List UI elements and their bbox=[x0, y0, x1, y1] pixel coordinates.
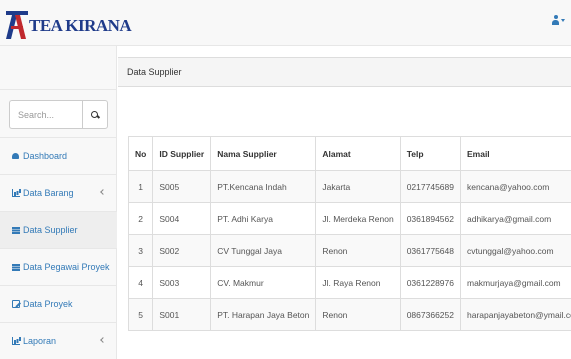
cell-alamat: Jl. Merdeka Renon bbox=[315, 202, 401, 235]
cell-no: 3 bbox=[127, 234, 154, 267]
main-content: Data Supplier No ID Supplier Nama Suppli… bbox=[118, 46, 571, 359]
table-row: 5 S001 PT. Harapan Jaya Beton Renon 0867… bbox=[127, 298, 571, 331]
column-header-telp: Telp bbox=[399, 136, 461, 171]
sidebar-item-label: Data Barang bbox=[23, 188, 74, 198]
cell-alamat: Renon bbox=[315, 234, 401, 267]
cell-no: 1 bbox=[127, 170, 154, 203]
cell-no: 2 bbox=[127, 202, 154, 235]
cell-id-supplier: S005 bbox=[152, 170, 212, 203]
sidebar-item-label: Data Proyek bbox=[23, 299, 73, 309]
cell-nama-supplier: PT. Harapan Jaya Beton bbox=[210, 298, 317, 331]
cell-no: 5 bbox=[127, 298, 154, 331]
table-row: 3 S002 CV Tunggal Jaya Renon 0361775648 … bbox=[127, 234, 571, 267]
cell-alamat: Jakarta bbox=[315, 170, 401, 203]
logo-icon bbox=[6, 9, 28, 39]
column-header-nama-supplier: Nama Supplier bbox=[210, 136, 317, 171]
cell-email: kencana@yahoo.com bbox=[459, 170, 571, 203]
brand-text: TEA KIRANA bbox=[29, 16, 132, 35]
sidebar-item-label: Laporan bbox=[23, 336, 57, 346]
cell-no: 4 bbox=[127, 266, 154, 299]
sidebar-item-label: Dashboard bbox=[23, 151, 68, 161]
bar-chart-icon bbox=[12, 189, 20, 197]
sidebar-item-label: Data Supplier bbox=[23, 225, 78, 235]
sidebar-item-label: Data Pegawai Proyek bbox=[23, 262, 110, 272]
cell-id-supplier: S002 bbox=[152, 234, 212, 267]
cell-telp: 0217745689 bbox=[399, 170, 461, 203]
sidebar-item-data-proyek[interactable]: Data Proyek bbox=[0, 286, 117, 323]
list-icon bbox=[12, 263, 20, 271]
cell-telp: 0361228976 bbox=[399, 266, 461, 299]
search-group bbox=[9, 100, 108, 129]
sidebar-menu: Dashboard Data Barang Data Supplier Data… bbox=[0, 138, 117, 359]
cell-email: cvtunggal@yahoo.com bbox=[459, 234, 571, 267]
column-header-alamat: Alamat bbox=[315, 136, 401, 171]
sidebar-item-data-supplier[interactable]: Data Supplier bbox=[0, 212, 117, 249]
cell-email: adhikarya@gmail.com bbox=[459, 202, 571, 235]
column-header-no: No bbox=[127, 136, 154, 171]
dashboard-icon bbox=[12, 152, 20, 160]
sidebar-item-laporan[interactable]: Laporan bbox=[0, 323, 117, 359]
sidebar-item-dashboard[interactable]: Dashboard bbox=[0, 138, 117, 175]
search-icon bbox=[91, 110, 99, 119]
cell-id-supplier: S003 bbox=[152, 266, 212, 299]
column-header-id-supplier: ID Supplier bbox=[152, 136, 212, 171]
brand-logo[interactable]: TEA KIRANA bbox=[6, 8, 132, 40]
cell-alamat: Jl. Raya Renon bbox=[315, 266, 401, 299]
chevron-left-icon bbox=[100, 189, 106, 195]
cell-telp: 0361775648 bbox=[399, 234, 461, 267]
chevron-left-icon bbox=[100, 337, 106, 343]
table-row: 1 S005 PT.Kencana Indah Jakarta 02177456… bbox=[127, 170, 571, 203]
sidebar-search bbox=[0, 89, 117, 138]
cell-alamat: Renon bbox=[315, 298, 401, 331]
search-input[interactable] bbox=[9, 100, 82, 129]
cell-nama-supplier: PT.Kencana Indah bbox=[210, 170, 317, 203]
cell-id-supplier: S004 bbox=[152, 202, 212, 235]
table-row: 2 S004 PT. Adhi Karya Jl. Merdeka Renon … bbox=[127, 202, 571, 235]
user-icon bbox=[552, 15, 559, 25]
cell-email: harapanjayabeton@ymail.com bbox=[459, 298, 571, 331]
cell-telp: 0361894562 bbox=[399, 202, 461, 235]
cell-telp: 0867366252 bbox=[399, 298, 461, 331]
cell-id-supplier: S001 bbox=[152, 298, 212, 331]
search-button[interactable] bbox=[82, 100, 108, 129]
top-navbar: TEA KIRANA bbox=[0, 0, 571, 46]
table-header-row: No ID Supplier Nama Supplier Alamat Telp… bbox=[127, 136, 571, 171]
user-menu-toggle[interactable] bbox=[552, 15, 565, 25]
sidebar-item-data-pegawai-proyek[interactable]: Data Pegawai Proyek bbox=[0, 249, 117, 286]
supplier-table: No ID Supplier Nama Supplier Alamat Telp… bbox=[127, 136, 571, 331]
sidebar-item-data-barang[interactable]: Data Barang bbox=[0, 175, 117, 212]
edit-icon bbox=[12, 300, 20, 308]
cell-nama-supplier: PT. Adhi Karya bbox=[210, 202, 317, 235]
list-icon bbox=[12, 226, 20, 234]
caret-down-icon bbox=[561, 18, 565, 22]
sidebar: Dashboard Data Barang Data Supplier Data… bbox=[0, 46, 117, 359]
cell-email: makmurjaya@gmail.com bbox=[459, 266, 571, 299]
table-row: 4 S003 CV. Makmur Jl. Raya Renon 0361228… bbox=[127, 266, 571, 299]
page-title: Data Supplier bbox=[118, 57, 571, 87]
bar-chart-icon bbox=[12, 337, 20, 345]
column-header-email: Email bbox=[459, 136, 571, 171]
cell-nama-supplier: CV. Makmur bbox=[210, 266, 317, 299]
cell-nama-supplier: CV Tunggal Jaya bbox=[210, 234, 317, 267]
